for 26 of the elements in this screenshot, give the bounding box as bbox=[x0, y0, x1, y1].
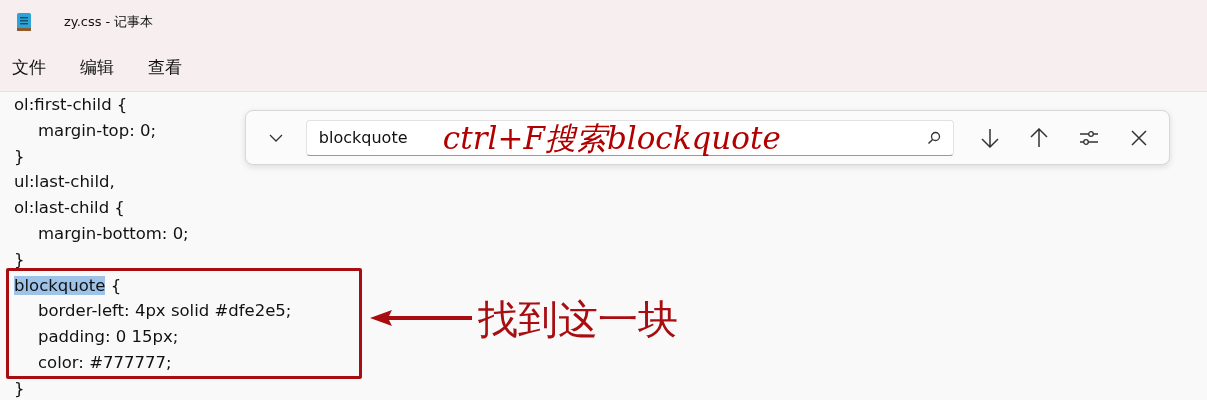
annotation-text: ctrl+F搜索blockquote bbox=[442, 118, 781, 158]
code-line: ul:last-child, bbox=[14, 172, 115, 192]
menu-item[interactable]: 编辑 bbox=[80, 56, 114, 79]
code-line: margin-top: 0; bbox=[38, 120, 157, 140]
notepad-icon bbox=[16, 12, 32, 32]
code-line: ol:last-child { bbox=[14, 198, 125, 218]
callout-text: 找到这一块 bbox=[478, 295, 678, 344]
search-icon bbox=[926, 130, 941, 145]
code-line: blockquote { bbox=[14, 275, 122, 295]
search-field[interactable]: blockquote ctrl+F搜索blockquote bbox=[305, 119, 954, 156]
code-line: ol:first-child { bbox=[14, 95, 128, 114]
code-line: } bbox=[14, 146, 25, 166]
window-title: zy.css - 记事本 bbox=[64, 13, 154, 31]
arrow-down-icon bbox=[980, 127, 999, 148]
code-line: color: #777777; bbox=[38, 352, 172, 372]
code-line: } bbox=[14, 249, 25, 269]
sliders-icon bbox=[1079, 129, 1100, 146]
menu-item[interactable]: 文件 bbox=[12, 56, 46, 79]
code-line: } bbox=[14, 378, 25, 398]
code-line: padding: 0 15px; bbox=[38, 327, 179, 347]
code-line: border-left: 4px solid #dfe2e5; bbox=[38, 301, 292, 321]
arrow-up-icon bbox=[1030, 127, 1049, 148]
menu-item[interactable]: 查看 bbox=[148, 56, 182, 79]
code-line: margin-bottom: 0; bbox=[38, 224, 189, 243]
chevron-down-icon bbox=[268, 133, 283, 142]
close-icon bbox=[1131, 129, 1148, 146]
